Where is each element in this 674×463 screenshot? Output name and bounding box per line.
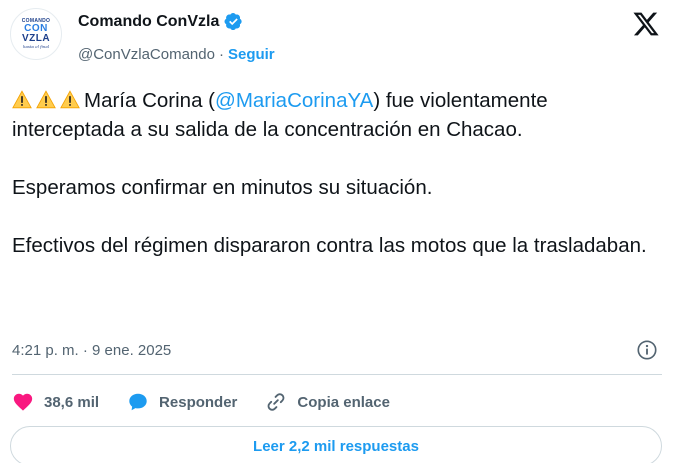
reply-button[interactable]: Responder [127, 391, 237, 413]
tweet-text-before-mention: María Corina ( [84, 89, 216, 112]
tweet-timestamp[interactable]: 4:21 p. m. · 9 ene. 2025 [12, 342, 171, 359]
tweet-paragraph-2: Esperamos confirmar en minutos su situac… [12, 176, 433, 199]
reply-bubble-icon [129, 393, 147, 411]
copy-link-button[interactable]: Copia enlace [265, 391, 390, 413]
x-logo-icon[interactable] [632, 10, 660, 38]
like-count: 38,6 mil [44, 393, 100, 411]
tweet-actions: 38,6 mil Responder Copia enlace [12, 389, 418, 415]
tweet-paragraph-3: Efectivos del régimen dispararon contra … [12, 234, 647, 257]
divider [12, 374, 662, 375]
author-name-row: Comando ConVzla [78, 12, 243, 31]
warning-icon [12, 90, 32, 109]
info-icon[interactable] [636, 339, 658, 361]
link-icon [268, 393, 285, 411]
reply-label: Responder [159, 393, 238, 411]
verified-badge-icon [224, 12, 242, 31]
handle-separator: · [218, 46, 224, 63]
avatar-tagline: hasta el final [22, 44, 50, 49]
author-handle[interactable]: @ConVzlaComando [78, 46, 215, 63]
follow-button[interactable]: Seguir [228, 46, 275, 63]
heart-icon [13, 393, 33, 411]
tweet-paragraph-1: María Corina (@MariaCorinaYA) fue violen… [12, 86, 662, 144]
warning-icon [60, 90, 80, 109]
avatar[interactable]: COMANDO CON VZLA hasta el final [10, 8, 62, 60]
tweet-text: María Corina (@MariaCorinaYA) fue violen… [12, 86, 662, 260]
like-button[interactable]: 38,6 mil [12, 391, 99, 413]
author-handle-row: @ConVzlaComando · Seguir [78, 46, 275, 63]
author-display-name[interactable]: Comando ConVzla [78, 13, 219, 31]
warning-icon [36, 90, 56, 109]
avatar-line3: VZLA [21, 33, 51, 44]
read-replies-button[interactable]: Leer 2,2 mil respuestas [10, 426, 662, 463]
mention-link[interactable]: @MariaCorinaYA [215, 89, 373, 112]
copy-link-label: Copia enlace [297, 393, 390, 411]
